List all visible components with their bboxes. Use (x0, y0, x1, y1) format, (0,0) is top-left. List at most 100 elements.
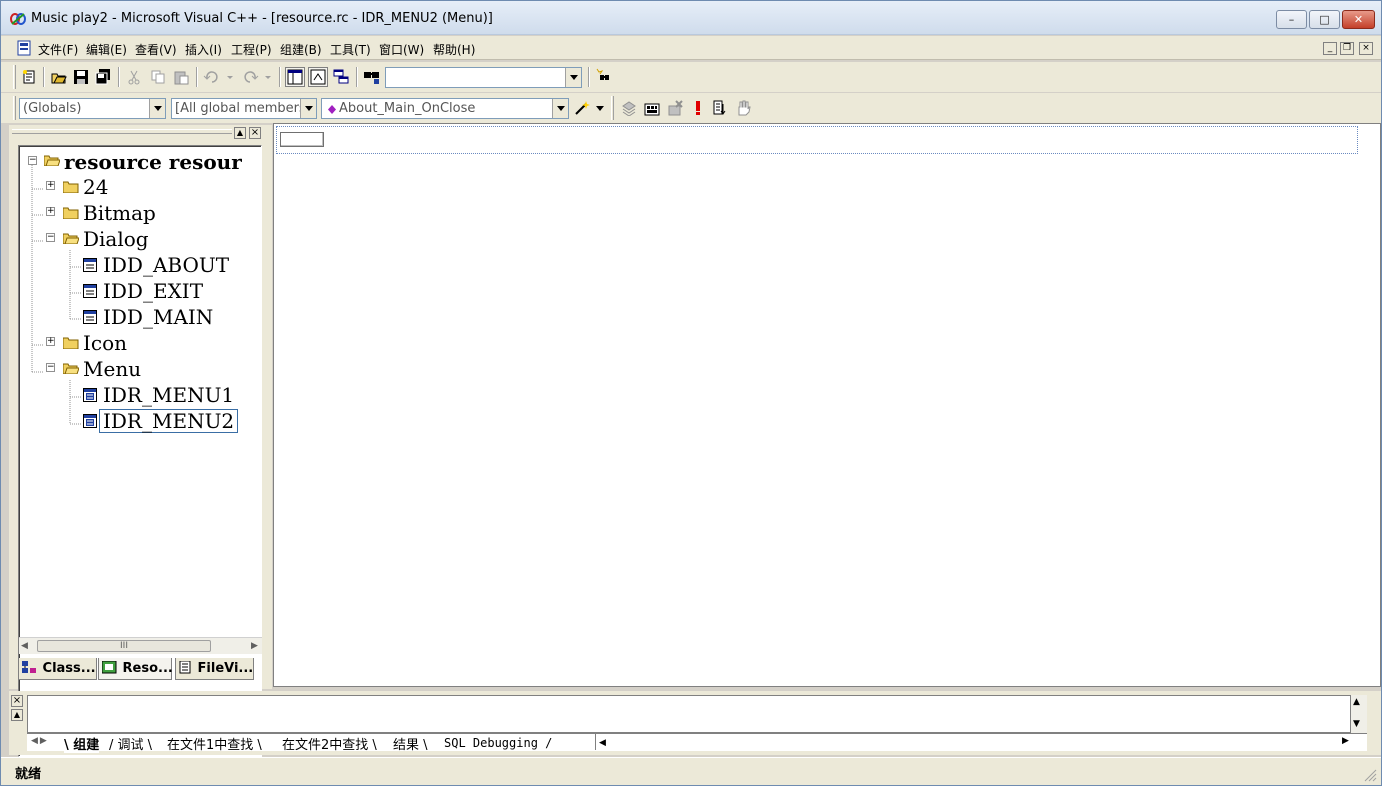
output-toggle-icon[interactable] (308, 67, 328, 87)
open-folder-icon[interactable] (49, 67, 69, 87)
wizard-action-icon[interactable] (573, 98, 605, 118)
tree-item-idd-about[interactable]: IDD_ABOUT (103, 254, 229, 276)
new-file-icon[interactable] (19, 67, 39, 87)
tree-collapse-toggle[interactable]: − (46, 363, 55, 372)
tab-scroll-icons[interactable]: ◀▶ (31, 736, 49, 746)
chevron-down-icon[interactable] (149, 99, 165, 118)
menu-bar-design-area[interactable] (276, 126, 1358, 154)
build-icon[interactable] (642, 98, 662, 118)
menu-build[interactable]: 组建(B) (280, 41, 322, 58)
chevron-down-icon[interactable] (565, 68, 581, 87)
output-tab-results[interactable]: 结果 \ (393, 734, 428, 753)
find-combo[interactable] (385, 67, 582, 88)
close-button[interactable]: ✕ (1342, 10, 1375, 29)
output-close-icon[interactable]: × (11, 695, 23, 707)
tree-folder-menu[interactable]: Menu (83, 358, 141, 380)
output-tab-sql-debugging[interactable]: SQL Debugging / (444, 736, 552, 750)
tree-folder-icon[interactable]: Icon (83, 332, 127, 354)
go-debug-icon[interactable] (710, 98, 730, 118)
menu-file[interactable]: 文件(F) (38, 41, 78, 58)
find-icon[interactable] (593, 67, 613, 87)
tree-expand-toggle[interactable]: + (46, 337, 55, 346)
output-text-area[interactable] (27, 695, 1351, 733)
scroll-right-icon[interactable]: ▶ (1342, 736, 1349, 746)
members-combo[interactable]: [All global members (171, 98, 317, 119)
function-combo[interactable]: About_Main_OnClose (321, 98, 569, 119)
toolbar-separator (279, 67, 281, 87)
scope-combo[interactable]: (Globals) (19, 98, 166, 119)
pane-grip[interactable] (12, 129, 232, 134)
scroll-left-icon[interactable]: ◀ (21, 641, 28, 651)
window-list-icon[interactable] (331, 67, 351, 87)
tree-collapse-toggle[interactable]: − (28, 156, 37, 165)
workspace-toggle-icon[interactable] (285, 67, 305, 87)
menu-project[interactable]: 工程(P) (231, 41, 272, 58)
maximize-button[interactable]: □ (1309, 10, 1340, 29)
tree-root-resource[interactable]: resource resour (64, 151, 242, 173)
tree-expand-toggle[interactable]: + (46, 181, 55, 190)
minimize-button[interactable]: – (1276, 10, 1307, 29)
dialog-resource-icon (83, 310, 97, 324)
execute-icon[interactable] (688, 98, 708, 118)
cut-icon[interactable] (124, 67, 144, 87)
save-all-icon[interactable] (93, 67, 113, 87)
redo-icon[interactable] (240, 67, 274, 87)
tab-resource-view[interactable]: Reso... (98, 658, 173, 680)
output-maximize-icon[interactable]: ▲ (11, 709, 23, 721)
dialog-resource-icon (83, 284, 97, 298)
menu-tools[interactable]: 工具(T) (330, 41, 371, 58)
tree-item-idr-menu1[interactable]: IDR_MENU1 (103, 384, 234, 406)
tree-collapse-toggle[interactable]: − (46, 233, 55, 242)
tab-class-view[interactable]: Class... (18, 658, 97, 680)
scroll-down-icon[interactable]: ▼ (1353, 719, 1360, 729)
chevron-down-icon[interactable] (300, 99, 316, 118)
tree-item-idd-main[interactable]: IDD_MAIN (103, 306, 213, 328)
tab-file-view[interactable]: FileVi... (175, 658, 254, 680)
compile-icon[interactable] (619, 98, 639, 118)
scroll-right-icon[interactable]: ▶ (251, 641, 258, 651)
toolbar-grip[interactable] (13, 96, 16, 120)
tree-expand-toggle[interactable]: + (46, 207, 55, 216)
tree-folder-dialog[interactable]: Dialog (83, 228, 149, 250)
chevron-down-icon[interactable] (552, 99, 568, 118)
menu-window[interactable]: 窗口(W) (379, 41, 424, 58)
output-tab-build[interactable]: \ 组建 (64, 734, 100, 753)
doc-menu-icon[interactable] (17, 40, 31, 56)
mdi-minimize-button[interactable]: _ (1323, 42, 1337, 55)
menu-editor[interactable] (273, 123, 1381, 687)
output-tab-find1[interactable]: 在文件1中查找 \ (167, 734, 262, 753)
toolbar-grip[interactable] (611, 96, 614, 120)
menu-edit[interactable]: 编辑(E) (86, 41, 127, 58)
tree-item-idd-exit[interactable]: IDD_EXIT (103, 280, 203, 302)
title-bar[interactable]: Music play2 - Microsoft Visual C++ - [re… (1, 1, 1381, 35)
function-combo-value: About_Main_OnClose (339, 101, 476, 116)
pane-maximize-icon[interactable]: ▲ (234, 127, 246, 139)
output-tab-find2[interactable]: 在文件2中查找 \ (282, 734, 377, 753)
output-tab-debug[interactable]: / 调试 \ (109, 734, 152, 753)
output-vscrollbar[interactable]: ▲ ▼ (1351, 695, 1367, 733)
scroll-thumb[interactable]: III (37, 640, 211, 652)
scroll-up-icon[interactable]: ▲ (1353, 697, 1360, 707)
breakpoint-hand-icon[interactable] (733, 98, 753, 118)
tree-hscrollbar[interactable]: ◀ III ▶ (19, 637, 262, 654)
pane-close-icon[interactable]: × (249, 127, 261, 139)
mdi-restore-button[interactable]: ❐ (1340, 42, 1354, 55)
paste-icon[interactable] (171, 67, 191, 87)
output-tab-debug-label: 调试 (117, 738, 144, 753)
save-icon[interactable] (71, 67, 91, 87)
copy-icon[interactable] (148, 67, 168, 87)
output-hscroll-left[interactable]: ◀ (595, 734, 635, 750)
menu-insert[interactable]: 插入(I) (185, 41, 222, 58)
mdi-close-button[interactable]: × (1359, 42, 1373, 55)
tree-folder-bitmap[interactable]: Bitmap (83, 202, 156, 224)
find-in-files-icon[interactable] (362, 67, 382, 87)
new-menu-item-placeholder[interactable] (280, 132, 324, 147)
menu-view[interactable]: 查看(V) (135, 41, 177, 58)
tree-folder-24[interactable]: 24 (83, 176, 108, 198)
undo-icon[interactable] (202, 67, 236, 87)
menu-help[interactable]: 帮助(H) (433, 41, 475, 58)
toolbar-grip[interactable] (13, 65, 16, 89)
tree-item-idr-menu2-selected[interactable]: IDR_MENU2 (99, 409, 239, 433)
stop-build-icon[interactable] (665, 98, 685, 118)
resize-grip-icon[interactable] (1361, 766, 1377, 782)
